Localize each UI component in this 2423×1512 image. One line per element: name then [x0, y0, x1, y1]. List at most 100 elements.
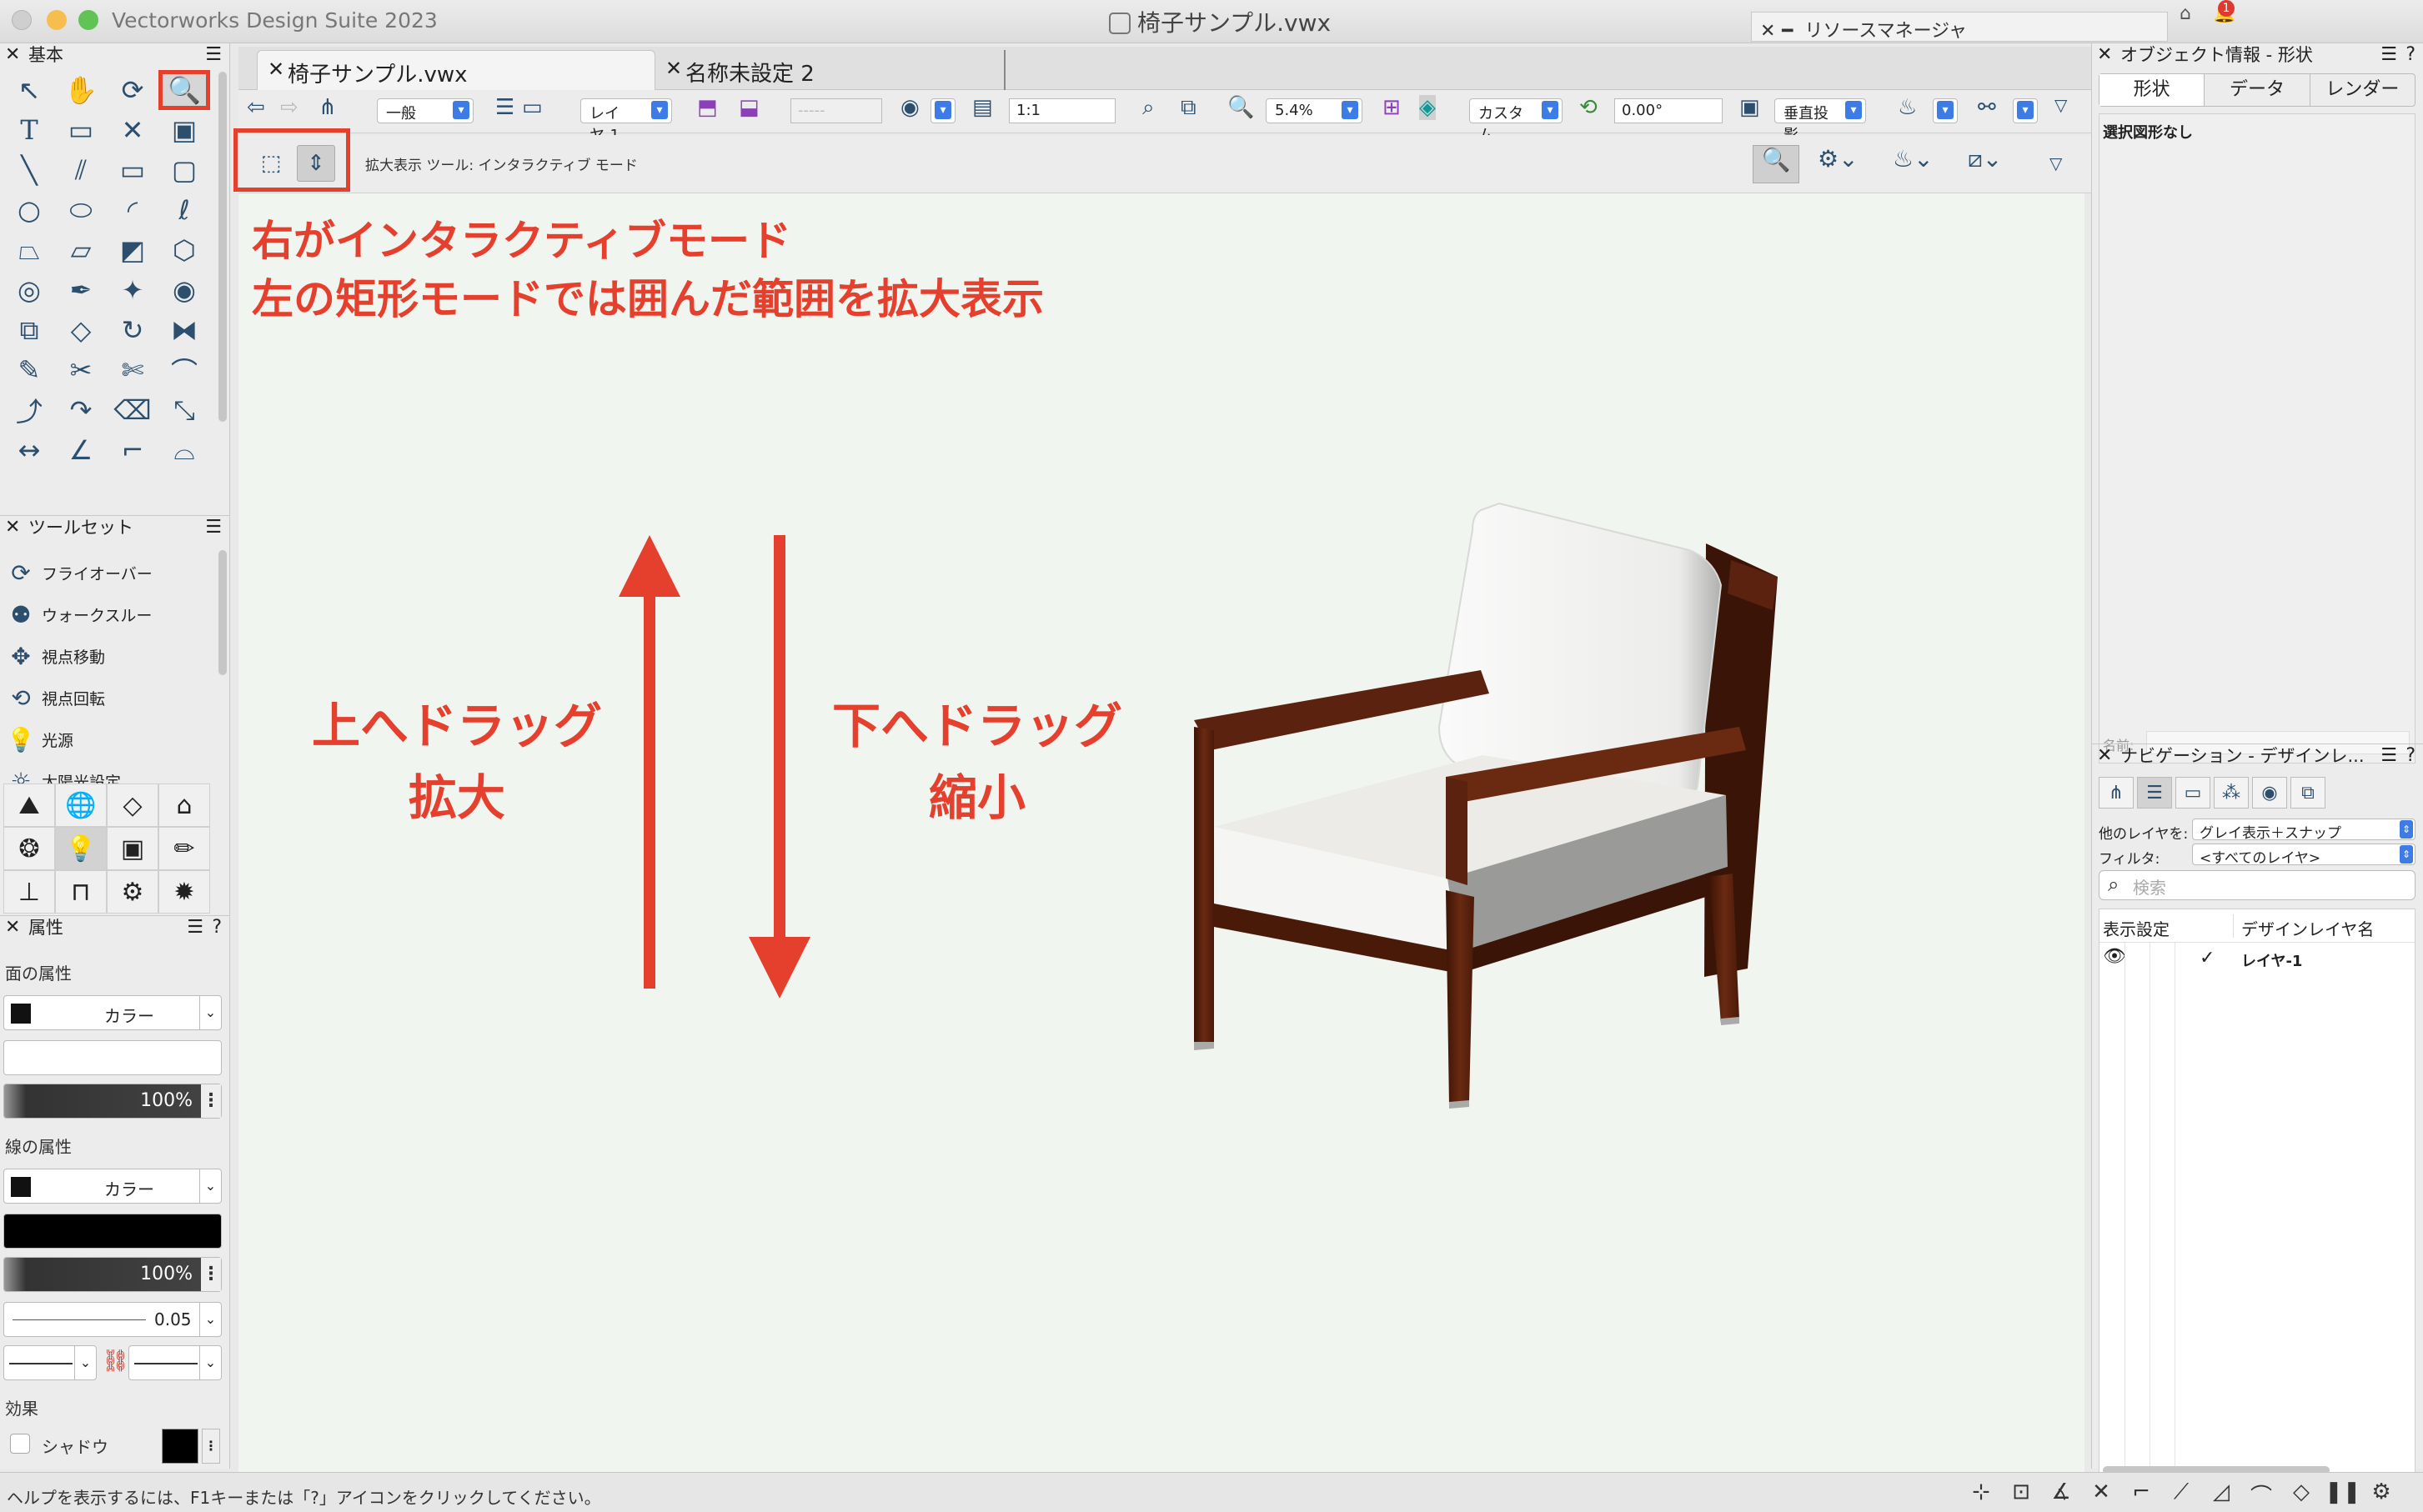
magnifier-icon[interactable]: 🔍 [1227, 95, 1254, 120]
help-icon[interactable]: ? [2405, 744, 2415, 768]
text-tool-icon[interactable]: T [3, 110, 55, 150]
snap-plane-icon[interactable]: ◇ [2285, 1479, 2318, 1509]
snap-point-icon[interactable]: ◿ [2205, 1479, 2238, 1509]
move-tool-icon[interactable]: ⤡ [158, 390, 210, 430]
class-select[interactable]: 一般 [377, 98, 474, 123]
freehand-tool-icon[interactable]: ℓ [158, 190, 210, 230]
flyover-tool-icon[interactable]: ⟳ [107, 70, 158, 110]
site-model-icon[interactable]: ⛰ [3, 784, 55, 827]
line-color-field[interactable] [3, 1214, 222, 1249]
projection-select[interactable]: 垂直投影 [1774, 98, 1866, 144]
visibility-select[interactable] [931, 98, 956, 123]
beam-icon[interactable]: ⊓ [55, 870, 107, 914]
circle-tool-icon[interactable]: ○ [3, 190, 55, 230]
list-item[interactable]: ⟲ 視点回転 [0, 677, 217, 718]
classes-icon[interactable]: ⁂ [2214, 777, 2249, 809]
overflow-triangle-icon[interactable]: ▽ [2049, 153, 2062, 173]
callout-tool-icon[interactable]: ▭ [55, 110, 107, 150]
rounded-rect-tool-icon[interactable]: ▢ [158, 150, 210, 190]
col-visibility[interactable]: 表示設定 [2103, 916, 2170, 940]
offset-tool-icon[interactable]: ⤴ [3, 390, 55, 430]
scale-ruler-icon[interactable]: ▤ [972, 95, 993, 120]
view-options-select[interactable] [2013, 98, 2038, 123]
tools-icon[interactable]: ⚙ [107, 870, 158, 914]
rotation-icon[interactable]: ⟲ [1579, 95, 1598, 120]
tab-data[interactable]: データ [2205, 74, 2310, 106]
help-icon[interactable]: ? [2405, 43, 2415, 67]
snap-grid-icon[interactable]: ⊹ [1964, 1479, 1998, 1509]
shadow-checkbox[interactable] [10, 1434, 30, 1454]
close-icon[interactable]: ✕ [2097, 43, 2112, 67]
fillet-tool-icon[interactable]: ⌒ [158, 350, 210, 390]
gear-icon[interactable]: ✹ [158, 870, 210, 914]
layer-up-icon[interactable]: ⬒ [697, 95, 718, 120]
globe-icon[interactable]: 🌐 [55, 784, 107, 827]
menu-icon[interactable]: ☰ [2380, 744, 2397, 768]
3d-box-icon[interactable]: ▣ [158, 110, 210, 150]
line-color-swatch[interactable] [11, 1177, 31, 1197]
polyline-tool-icon[interactable]: ⏢ [3, 230, 55, 270]
zoom-fit-icon[interactable]: ⌕ [1142, 95, 1155, 120]
close-icon[interactable]: ✕ [5, 43, 20, 67]
layer-search-input[interactable]: ⌕ 検索 [2099, 870, 2415, 900]
menu-icon[interactable]: ☰ [205, 43, 222, 67]
line-type-select[interactable]: カラー ⌄ [3, 1169, 222, 1204]
viewports-icon[interactable]: ◉ [2252, 777, 2287, 809]
resize-tool-icon[interactable]: ⧉ [3, 310, 55, 350]
scale-field[interactable]: 1:1 [1009, 98, 1116, 123]
mirror-tool-icon[interactable]: ⧓ [158, 310, 210, 350]
snap-distance-icon[interactable]: ⌐ [2125, 1479, 2158, 1509]
layers-icon[interactable]: ☰ [495, 95, 514, 120]
chair-model[interactable] [1194, 502, 1778, 1109]
box-icon[interactable]: ▣ [107, 827, 158, 870]
menu-icon[interactable]: ☰ [187, 916, 203, 939]
close-icon[interactable]: ✕ [5, 516, 20, 539]
zoom-tool-icon[interactable]: 🔍 [158, 70, 210, 110]
close-icon[interactable]: ✕ [2097, 744, 2112, 768]
lighting-select[interactable] [1933, 98, 1958, 123]
layer-down-icon[interactable]: ⬓ [739, 95, 760, 120]
snap-surface-icon[interactable]: ⌒ [2245, 1479, 2278, 1509]
connect-tool-icon[interactable]: ↷ [55, 390, 107, 430]
eraser-tool-icon[interactable]: ⌫ [107, 390, 158, 430]
teapot-icon[interactable]: ♨ [1898, 95, 1917, 120]
pen-tool-icon[interactable]: ✎ [3, 350, 55, 390]
pipe-icon[interactable]: ⊥ [3, 870, 55, 914]
tab-render[interactable]: レンダー [2310, 74, 2415, 106]
sheet-layers-icon[interactable]: ▭ [2175, 777, 2210, 809]
line-end-marker-select[interactable]: ⌄ [128, 1345, 222, 1380]
close-icon[interactable]: ✕ [5, 916, 20, 939]
binoculars-icon[interactable]: ⚯ [1978, 95, 1996, 120]
magic-wand-tool-icon[interactable]: ✦ [107, 270, 158, 310]
toolset-scrollbar[interactable] [218, 550, 227, 675]
minimize-window-button[interactable] [47, 10, 67, 30]
more-icon[interactable]: ⋮ [201, 1258, 221, 1291]
selection-tool-icon[interactable]: ↖ [3, 70, 55, 110]
oval-tool-icon[interactable]: ⬭ [55, 190, 107, 230]
list-item[interactable]: 💡 光源 [0, 718, 217, 760]
menu-icon[interactable]: ☰ [2380, 43, 2397, 67]
layer-select[interactable]: レイヤ-1 [580, 98, 672, 144]
zoom-select[interactable]: 5.4% [1266, 98, 1362, 123]
snap-object-icon[interactable]: ⊡ [2004, 1479, 2038, 1509]
filter-select[interactable]: <すべてのレイヤ> [2192, 844, 2415, 867]
line-tool-icon[interactable]: ╲ [3, 150, 55, 190]
color-circles-icon[interactable]: ❂ [3, 827, 55, 870]
reshape-tool-icon[interactable]: ◇ [55, 310, 107, 350]
list-item[interactable]: ⚉ ウォークスルー [0, 593, 217, 635]
split-tool-icon[interactable]: ✄ [107, 350, 158, 390]
double-line-tool-icon[interactable]: ⫽ [55, 150, 107, 190]
snap-angle-icon[interactable]: ∡ [2044, 1479, 2078, 1509]
plane-icon[interactable]: ◇ [107, 784, 158, 827]
interactive-zoom-mode-icon[interactable]: ⇕ [297, 145, 335, 182]
forward-arrow-icon[interactable]: ⇨ [280, 95, 298, 120]
references-icon[interactable]: ⧉ [2290, 777, 2325, 809]
close-tab-icon[interactable]: ✕ [665, 57, 682, 80]
pause-icon[interactable]: ❚❚ [2325, 1479, 2361, 1509]
saved-views-icon[interactable]: ⋔ [2099, 777, 2134, 809]
list-item[interactable]: ✥ 視点移動 [0, 635, 217, 677]
spiral-tool-icon[interactable]: ◎ [3, 270, 55, 310]
fill-color-swatch[interactable] [11, 1004, 31, 1024]
polygon-tool-icon[interactable]: ▱ [55, 230, 107, 270]
marquee-zoom-mode-icon[interactable]: ⬚ [252, 145, 290, 182]
